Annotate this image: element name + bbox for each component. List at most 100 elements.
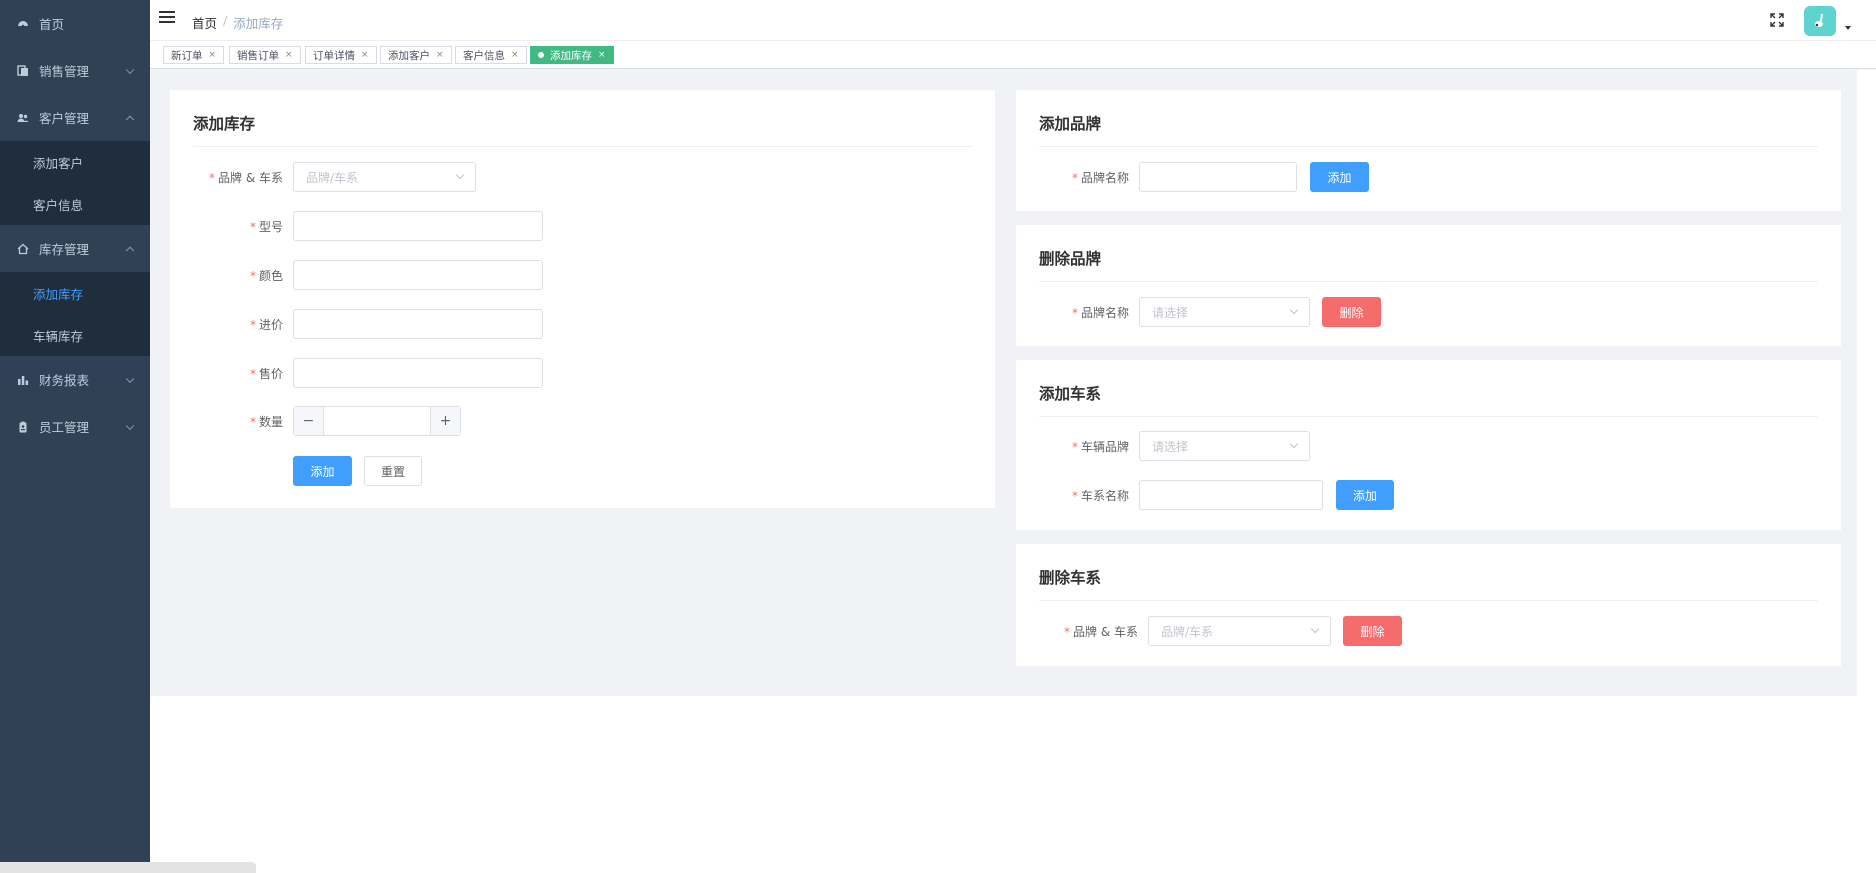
sale-price-row: * 售价 — [170, 358, 543, 388]
vehicle-brand-row: * 车辆品牌 请选择 — [1016, 431, 1310, 461]
purchase-price-label: * 进价 — [249, 317, 283, 332]
status-bar — [0, 862, 256, 873]
card-title: 添加库存 — [193, 115, 256, 133]
sidebar-item-inventory[interactable]: 库存管理 — [0, 225, 150, 272]
select-placeholder: 品牌/车系 — [306, 170, 359, 185]
badge-icon — [17, 421, 29, 433]
close-icon[interactable]: × — [511, 50, 519, 60]
scrollbar[interactable] — [1857, 70, 1876, 873]
customers-submenu: 添加客户 客户信息 — [0, 141, 150, 225]
chevron-down-icon — [125, 374, 135, 383]
card-title: 删除品牌 — [1039, 250, 1102, 268]
delete-brand-row: * 品牌名称 请选择 删除 — [1016, 297, 1381, 327]
chevron-down-icon — [1310, 624, 1320, 634]
delete-brand-card: 删除品牌 * 品牌名称 请选择 删除 — [1016, 225, 1841, 346]
brand-series-select[interactable]: 品牌/车系 — [1148, 616, 1331, 646]
tag-add-customer[interactable]: 添加客户 × — [380, 46, 452, 64]
tag-sales-order[interactable]: 销售订单 × — [229, 46, 301, 64]
sidebar-item-customer-info[interactable]: 客户信息 — [0, 183, 150, 225]
divider — [1039, 600, 1818, 601]
tag-label: 添加库存 — [550, 49, 592, 62]
model-row: * 型号 — [170, 211, 543, 241]
decrement-button[interactable]: − — [294, 407, 324, 435]
purchase-price-input[interactable] — [293, 309, 543, 339]
tag-add-stock[interactable]: 添加库存 × — [530, 46, 614, 64]
caret-down-icon[interactable] — [1845, 26, 1851, 30]
add-stock-actions: 添加 重置 — [293, 456, 422, 486]
breadcrumb-current: 添加库存 — [233, 16, 284, 31]
brand-name-input[interactable] — [1139, 162, 1297, 192]
sidebar-item-label: 库存管理 — [39, 242, 90, 257]
tag-customer-info[interactable]: 客户信息 × — [455, 46, 527, 64]
sidebar-item-sales[interactable]: 销售管理 — [0, 47, 150, 94]
sidebar-item-add-stock[interactable]: 添加库存 — [0, 272, 150, 314]
chevron-up-icon — [125, 115, 135, 124]
delete-brand-button[interactable]: 删除 — [1322, 297, 1381, 327]
quantity-stepper: − + — [293, 406, 461, 436]
vehicle-brand-select[interactable]: 请选择 — [1139, 431, 1310, 461]
people-icon — [17, 112, 29, 124]
select-placeholder: 请选择 — [1152, 439, 1189, 454]
sidebar-item-label: 首页 — [39, 17, 65, 32]
sidebar-item-staff[interactable]: 员工管理 — [0, 403, 150, 450]
chevron-down-icon — [125, 65, 135, 74]
chevron-down-icon — [455, 170, 465, 180]
hamburger-icon[interactable] — [159, 11, 175, 25]
close-icon[interactable]: × — [285, 50, 293, 60]
card-title: 添加品牌 — [1039, 115, 1102, 133]
brand-series-row: * 品牌 & 车系 品牌/车系 — [170, 162, 476, 192]
card-title: 删除车系 — [1039, 569, 1102, 587]
avatar[interactable] — [1804, 6, 1836, 36]
sidebar-item-label: 客户管理 — [39, 111, 90, 126]
vehicle-brand-label: * 车辆品牌 — [1071, 439, 1129, 454]
close-icon[interactable]: × — [598, 50, 606, 60]
chevron-down-icon — [1289, 305, 1299, 315]
model-label: * 型号 — [249, 219, 283, 234]
add-stock-card: 添加库存 * 品牌 & 车系 品牌/车系 * 型号 * 颜色 * 进价 * 售价 * 数量 — [170, 90, 995, 508]
close-icon[interactable]: × — [361, 50, 369, 60]
add-brand-button[interactable]: 添加 — [1310, 162, 1369, 192]
brand-name-label: * 品牌名称 — [1071, 170, 1129, 185]
breadcrumb-home[interactable]: 首页 — [192, 13, 217, 32]
sale-price-input[interactable] — [293, 358, 543, 388]
close-icon[interactable]: × — [436, 50, 444, 60]
tag-label: 新订单 — [171, 49, 203, 62]
breadcrumb-separator: / — [223, 13, 228, 28]
tag-order-detail[interactable]: 订单详情 × — [305, 46, 377, 64]
model-input[interactable] — [293, 211, 543, 241]
series-name-input[interactable] — [1139, 480, 1323, 510]
sidebar-item-label: 员工管理 — [39, 420, 90, 435]
sidebar-item-home[interactable]: 首页 — [0, 0, 150, 47]
color-label: * 颜色 — [249, 268, 283, 283]
divider — [1039, 281, 1818, 282]
close-icon[interactable]: × — [209, 50, 217, 60]
sidebar-item-add-customer[interactable]: 添加客户 — [0, 141, 150, 183]
delete-series-row: * 品牌 & 车系 品牌/车系 删除 — [1016, 616, 1402, 646]
increment-button[interactable]: + — [430, 407, 460, 435]
add-series-button[interactable]: 添加 — [1336, 480, 1394, 510]
sidebar-item-customers[interactable]: 客户管理 — [0, 94, 150, 141]
document-icon — [17, 64, 29, 77]
brand-series-label: * 品牌 & 车系 — [209, 170, 283, 185]
tag-label: 订单详情 — [313, 49, 355, 62]
quantity-input[interactable] — [324, 407, 430, 435]
brand-series-select[interactable]: 品牌/车系 — [293, 162, 476, 192]
sidebar-item-vehicle-stock[interactable]: 车辆库存 — [0, 314, 150, 356]
breadcrumb: 首页 / 添加库存 — [192, 13, 283, 32]
color-input[interactable] — [293, 260, 543, 290]
add-stock-button[interactable]: 添加 — [293, 456, 352, 486]
tag-new-order[interactable]: 新订单 × — [163, 46, 225, 64]
quantity-row: * 数量 − + — [170, 406, 461, 436]
delete-series-button[interactable]: 删除 — [1343, 616, 1402, 646]
sale-price-label: * 售价 — [249, 366, 283, 381]
reset-button[interactable]: 重置 — [364, 456, 422, 486]
brand-series-label: * 品牌 & 车系 — [1064, 624, 1138, 639]
fullscreen-icon[interactable] — [1770, 13, 1784, 27]
series-name-label: * 车系名称 — [1071, 488, 1129, 503]
select-placeholder: 品牌/车系 — [1161, 624, 1214, 639]
active-dot-icon — [538, 52, 544, 58]
sidebar-item-finance[interactable]: 财务报表 — [0, 356, 150, 403]
brand-select[interactable]: 请选择 — [1139, 297, 1310, 327]
chevron-down-icon — [125, 421, 135, 430]
brand-name-row: * 品牌名称 添加 — [1016, 162, 1369, 192]
